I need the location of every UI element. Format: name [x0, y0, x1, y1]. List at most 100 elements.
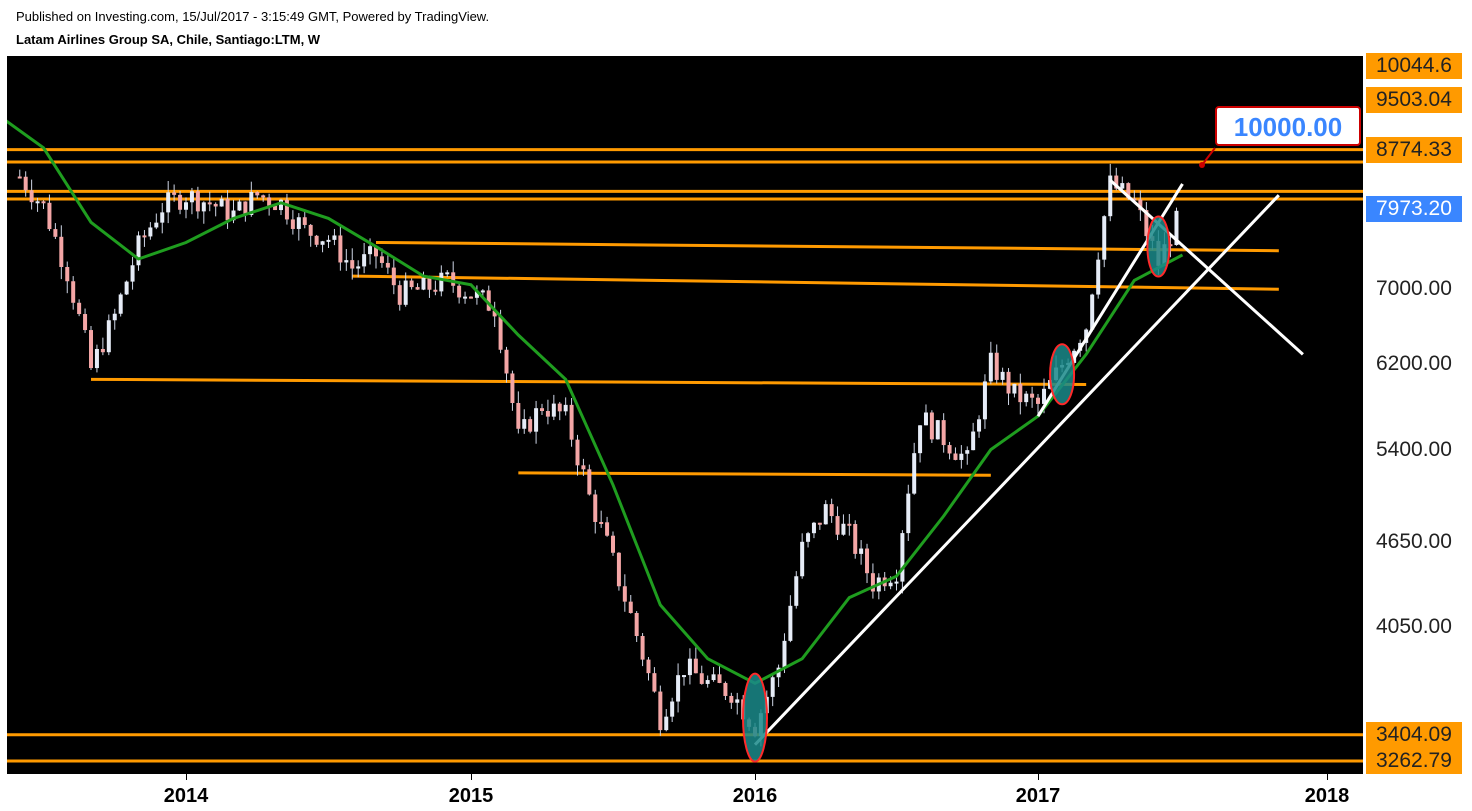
candle-body: [65, 267, 70, 282]
candle-body: [142, 235, 147, 238]
price-label: 7000.00: [1376, 277, 1452, 301]
candle-body: [575, 439, 580, 466]
candle-body: [94, 348, 99, 369]
candle-body: [397, 285, 402, 305]
target-price-callout[interactable]: 10000.00: [1215, 106, 1361, 146]
candle-body: [421, 277, 426, 290]
candle-body: [953, 453, 958, 460]
candle-body: [616, 552, 621, 587]
time-tick: [1038, 774, 1039, 780]
candle-body: [841, 523, 846, 535]
time-tick: [1327, 774, 1328, 780]
candle-body: [982, 381, 987, 420]
candle-body: [823, 504, 828, 525]
candle-body: [106, 320, 111, 353]
candle-body: [664, 716, 669, 731]
price-label: 7973.20: [1366, 195, 1462, 222]
candle-body: [788, 605, 793, 641]
price-label: 5400.00: [1376, 437, 1452, 461]
trend-line: [753, 194, 1280, 746]
candle-body: [504, 349, 509, 374]
candle-body: [83, 314, 88, 331]
candle-body: [136, 235, 141, 266]
candle-body: [557, 403, 562, 412]
candle-body: [965, 450, 970, 454]
candle-body: [593, 494, 598, 522]
candle-body: [35, 201, 40, 204]
time-axis[interactable]: [7, 774, 1363, 811]
candle-body: [219, 198, 224, 207]
candle-body: [770, 677, 775, 697]
candle-body: [923, 412, 928, 426]
candle-body: [433, 289, 438, 292]
candle-body: [469, 296, 473, 299]
time-label: 2016: [732, 785, 778, 807]
candle-body: [160, 212, 165, 223]
candle-body: [622, 586, 627, 602]
candle-body: [817, 522, 822, 525]
candle-body: [89, 330, 93, 369]
candle-body: [237, 201, 242, 211]
time-label: 2017: [1015, 785, 1061, 807]
candle-body: [368, 246, 373, 255]
candle-body: [516, 403, 521, 429]
candle-body: [23, 176, 28, 191]
candle-body: [569, 404, 574, 440]
candle-body: [935, 420, 940, 440]
candle-body: [1120, 183, 1125, 189]
candle-body: [794, 576, 799, 606]
candle-body: [510, 373, 515, 404]
candle-body: [1000, 371, 1005, 380]
chart-plot-area[interactable]: [7, 56, 1363, 774]
candle-body: [457, 285, 462, 298]
candle-body: [17, 176, 22, 179]
candle-body: [338, 235, 343, 263]
candle-body: [207, 202, 212, 205]
candle-body: [403, 280, 408, 305]
candle-body: [213, 203, 218, 207]
candle-body: [735, 699, 740, 703]
candle-body: [1036, 397, 1040, 404]
candle-body: [284, 199, 289, 220]
time-label: 2018: [1304, 785, 1350, 807]
candle-body: [918, 425, 923, 454]
candle-body: [29, 190, 34, 203]
candle-body: [195, 191, 200, 212]
candle-body: [391, 267, 396, 286]
candle-body: [800, 541, 805, 577]
candle-body: [451, 272, 456, 286]
candle-body: [611, 535, 615, 553]
time-tick: [471, 774, 472, 780]
candle-body: [409, 280, 414, 288]
candle-body: [605, 522, 610, 536]
support-line: [90, 377, 1087, 386]
highlight-ellipse: [1146, 215, 1171, 278]
candle-body: [172, 192, 177, 195]
candle-body: [1030, 393, 1035, 398]
candle-body: [947, 445, 952, 454]
candle-body: [977, 419, 982, 432]
candle-body: [894, 581, 899, 584]
chart-svg: [7, 119, 1363, 763]
candle-body: [646, 659, 651, 674]
candle-body: [640, 636, 645, 660]
candle-body: [124, 281, 129, 295]
candle-body: [184, 202, 188, 210]
candle-body: [100, 348, 105, 353]
candle-body: [255, 192, 260, 196]
candle-body: [344, 260, 349, 263]
price-axis[interactable]: [1363, 56, 1472, 774]
candle-body: [658, 691, 663, 731]
trend-line: [1109, 179, 1304, 356]
candle-body: [534, 408, 539, 432]
time-label: 2014: [163, 785, 209, 807]
candle-body: [835, 516, 840, 535]
candle-body: [130, 265, 135, 282]
candle-body: [148, 227, 153, 237]
price-label: 9503.04: [1366, 87, 1462, 114]
price-label: 4050.00: [1376, 615, 1452, 639]
price-label: 3262.79: [1366, 748, 1462, 774]
candle-body: [112, 313, 117, 321]
price-label: 10044.6: [1366, 53, 1462, 79]
candle-body: [699, 673, 704, 684]
